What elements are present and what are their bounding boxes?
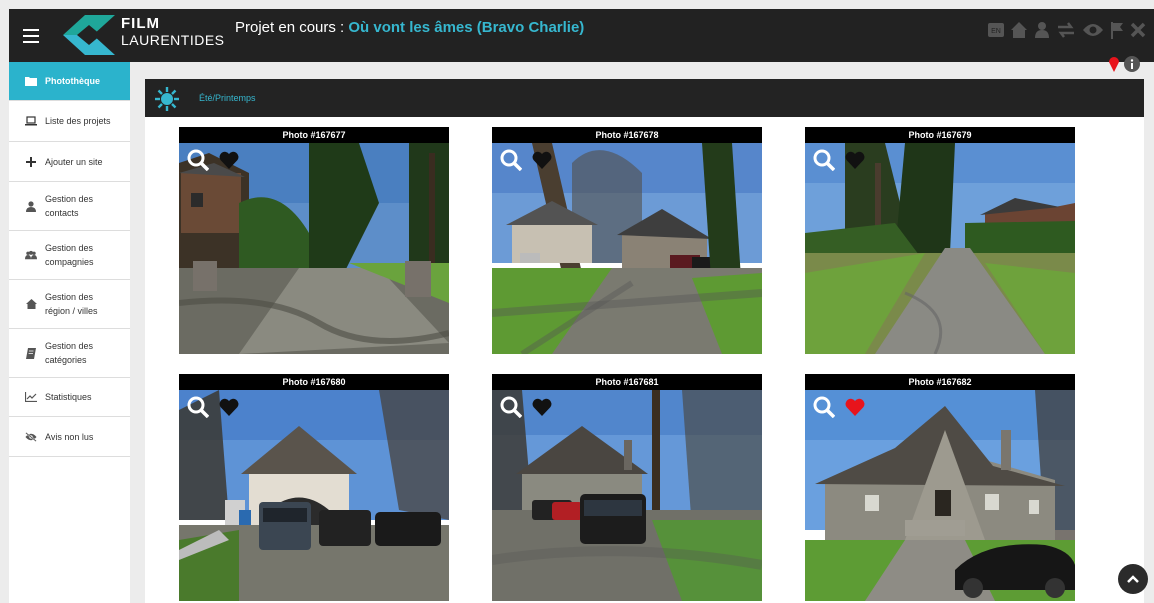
sidebar-item-label: Liste des projets — [45, 116, 111, 126]
zoom-icon[interactable] — [500, 396, 522, 418]
top-bar: FILM LAURENTIDES Projet en cours : Où vo… — [9, 9, 1154, 62]
heart-icon[interactable] — [532, 398, 552, 416]
sidebar-item-label: Gestion des compagnies — [45, 243, 94, 267]
photo-thumbnail[interactable] — [179, 143, 449, 354]
sidebar-item-avis-non-lus[interactable]: Avis non lus — [9, 417, 130, 457]
photo-thumbnail[interactable] — [179, 390, 449, 601]
sidebar-item-ajouter-site[interactable]: Ajouter un site — [9, 142, 130, 182]
photo-thumbnail[interactable] — [805, 143, 1075, 354]
current-project: Projet en cours : Où vont les âmes (Brav… — [235, 19, 584, 36]
user-icon[interactable] — [1034, 21, 1050, 39]
sidebar-item-label: Gestion des région / villes — [45, 292, 98, 316]
photo-card[interactable]: Photo #167680 — [179, 374, 449, 601]
photo-card[interactable]: Photo #167677 — [179, 127, 449, 354]
project-name-link[interactable]: Où vont les âmes (Bravo Charlie) — [348, 19, 584, 36]
photo-title: Photo #167681 — [492, 374, 762, 390]
flag-icon[interactable] — [1110, 21, 1124, 39]
photo-title: Photo #167678 — [492, 127, 762, 143]
book-icon — [25, 347, 37, 359]
brand-line1: FILM — [121, 15, 160, 32]
sidebar-item-liste-projets[interactable]: Liste des projets — [9, 101, 130, 142]
zoom-icon[interactable] — [813, 396, 835, 418]
eye-slash-icon — [25, 431, 37, 442]
swap-icon[interactable] — [1056, 21, 1076, 39]
location-marker-icon[interactable] — [1108, 56, 1120, 72]
folder-icon — [25, 76, 37, 86]
brand-line2: LAURENTIDES — [121, 32, 225, 48]
sidebar-item-compagnies[interactable]: Gestion des compagnies — [9, 231, 130, 280]
sidebar-item-label: Gestion des contacts — [45, 194, 94, 218]
users-icon — [25, 250, 37, 260]
photo-card[interactable]: Photo #167678 — [492, 127, 762, 354]
zoom-icon[interactable] — [187, 149, 209, 171]
home-icon[interactable] — [1010, 21, 1028, 39]
photo-card[interactable]: Photo #167682 — [805, 374, 1075, 601]
close-icon[interactable] — [1130, 22, 1146, 38]
sidebar-item-label: Ajouter un site — [45, 156, 103, 167]
photo-thumbnail[interactable] — [492, 143, 762, 354]
heart-icon[interactable] — [219, 398, 239, 416]
heart-icon-favorite[interactable] — [845, 398, 865, 416]
zoom-icon[interactable] — [187, 396, 209, 418]
sidebar-item-label: Statistiques — [45, 392, 92, 402]
film-laurentides-logo[interactable] — [59, 13, 119, 57]
season-label-link[interactable]: Été/Printemps — [199, 93, 256, 103]
zoom-icon[interactable] — [500, 149, 522, 171]
heart-icon[interactable] — [845, 151, 865, 169]
photo-thumbnail[interactable] — [492, 390, 762, 601]
eye-icon[interactable] — [1082, 22, 1104, 38]
photo-thumbnail[interactable] — [805, 390, 1075, 601]
scroll-to-top-button[interactable] — [1118, 564, 1148, 594]
plus-icon — [25, 156, 37, 167]
photo-card[interactable]: Photo #167679 — [805, 127, 1075, 354]
photo-title: Photo #167680 — [179, 374, 449, 390]
heart-icon[interactable] — [532, 151, 552, 169]
photo-title: Photo #167679 — [805, 127, 1075, 143]
laptop-icon — [25, 116, 37, 126]
season-header: Été/Printemps — [145, 79, 1144, 117]
chevron-up-icon — [1127, 575, 1139, 583]
sidebar-item-contacts[interactable]: Gestion des contacts — [9, 182, 130, 231]
user-icon — [25, 200, 37, 212]
sidebar-item-label: Photothèque — [45, 76, 100, 86]
chart-icon — [25, 392, 37, 402]
language-label: EN — [991, 28, 1001, 35]
info-icon[interactable] — [1124, 56, 1140, 72]
sidebar: Photothèque Liste des projets Ajouter un… — [9, 62, 130, 603]
photo-title: Photo #167682 — [805, 374, 1075, 390]
sun-icon — [155, 87, 179, 111]
top-toolbar: EN — [988, 21, 1146, 39]
photo-library-panel: Été/Printemps Photo #167677 Photo #16767… — [145, 79, 1144, 603]
page-markers — [1108, 56, 1140, 72]
heart-icon[interactable] — [219, 151, 239, 169]
sidebar-item-statistiques[interactable]: Statistiques — [9, 378, 130, 417]
photo-title: Photo #167677 — [179, 127, 449, 143]
home-icon — [25, 299, 37, 309]
sidebar-item-label: Gestion des catégories — [45, 341, 94, 365]
sidebar-item-region-villes[interactable]: Gestion des région / villes — [9, 280, 130, 329]
sidebar-item-label: Avis non lus — [45, 431, 94, 442]
project-prefix: Projet en cours : — [235, 19, 349, 36]
photo-card[interactable]: Photo #167681 — [492, 374, 762, 601]
sidebar-item-categories[interactable]: Gestion des catégories — [9, 329, 130, 378]
zoom-icon[interactable] — [813, 149, 835, 171]
sidebar-item-phototheque[interactable]: Photothèque — [9, 62, 130, 101]
language-icon[interactable]: EN — [988, 22, 1004, 38]
menu-icon[interactable] — [23, 25, 39, 45]
brand-name: FILM LAURENTIDES — [121, 16, 225, 47]
